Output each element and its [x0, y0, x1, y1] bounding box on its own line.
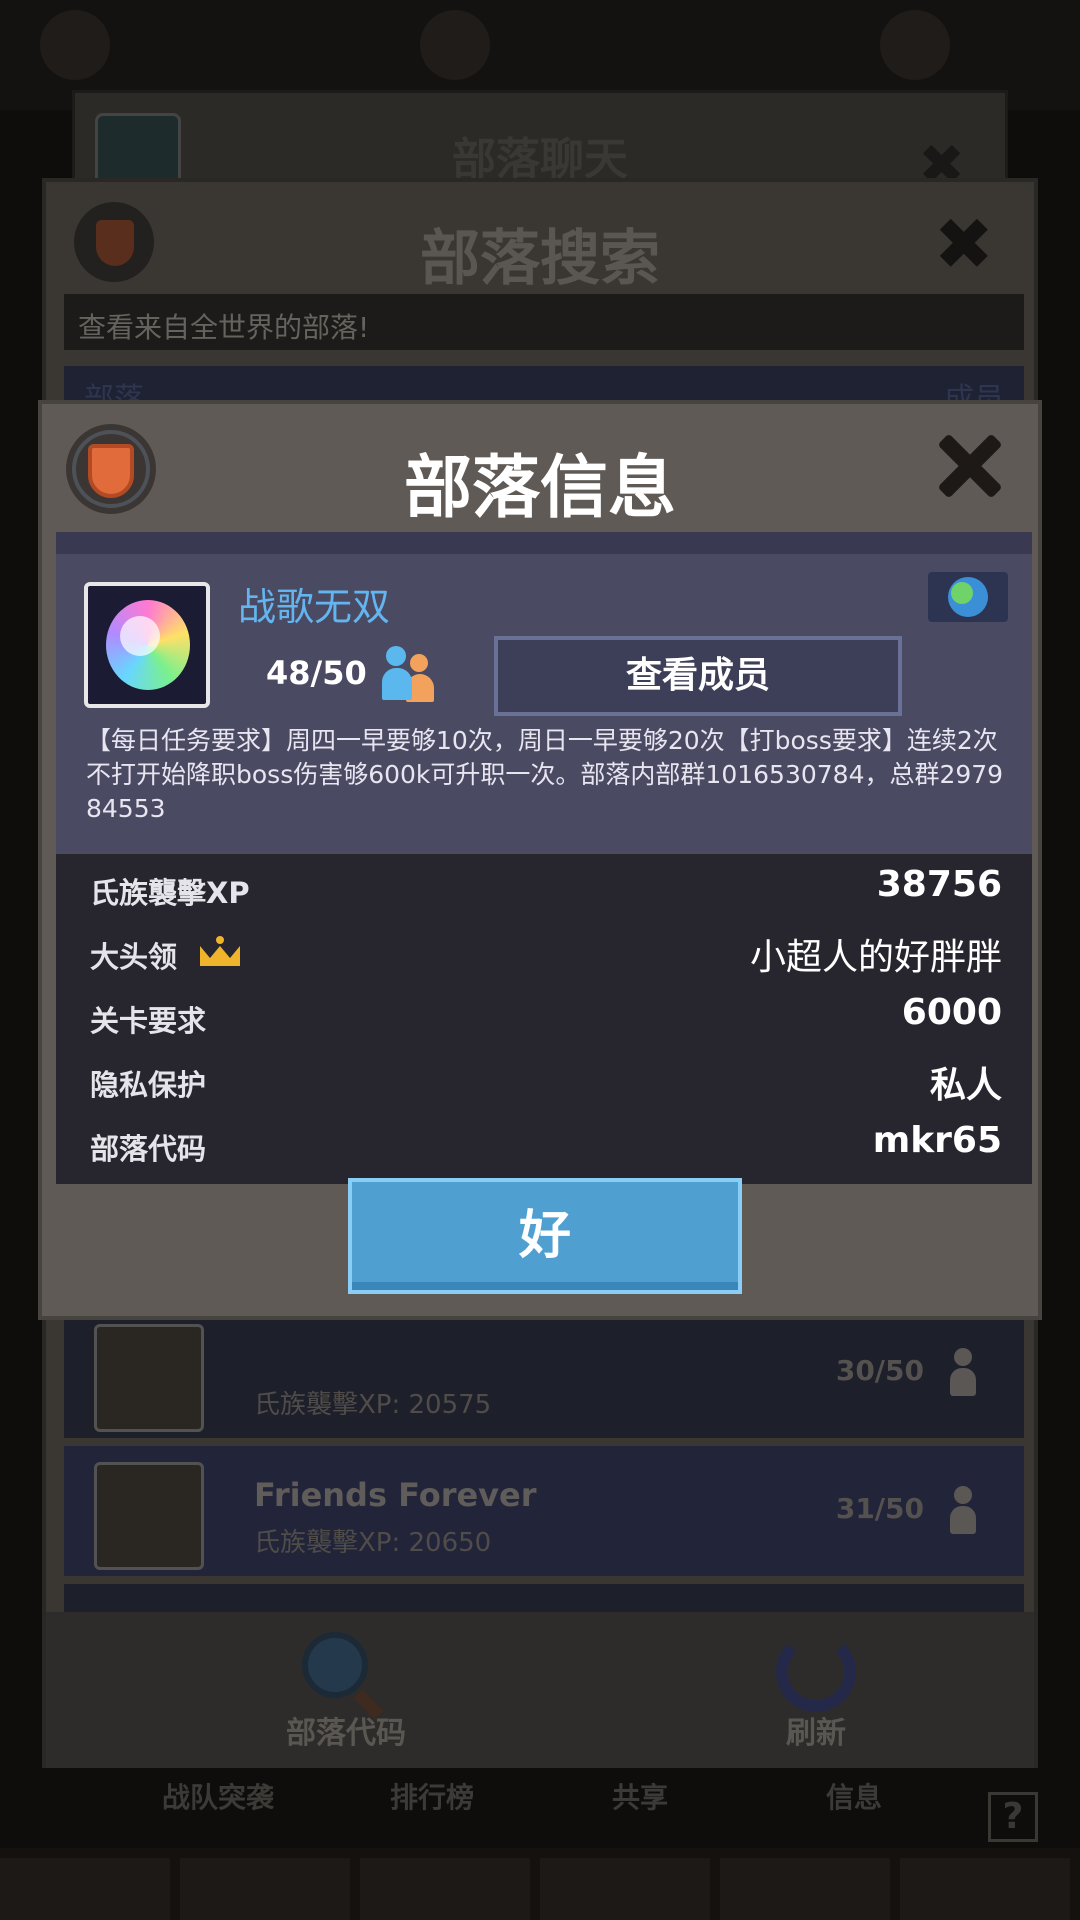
stat-label: 部落代码: [90, 1132, 207, 1166]
card-divider: [56, 532, 1032, 554]
refresh-icon: [776, 1632, 856, 1712]
clan-code-button[interactable]: 部落代码: [236, 1632, 456, 1752]
stat-value: mkr65: [872, 1120, 1002, 1161]
game-decor: [40, 10, 110, 80]
clan-search-toolbar: 部落代码 刷新: [46, 1612, 1034, 1768]
clan-list-name: Friends Forever: [254, 1476, 537, 1514]
nav-share[interactable]: 共享: [612, 1776, 668, 1816]
clan-info-dialog: 部落信息 战歌无双 48/50 查看成员 【每日任务要求】周四一早要够10次，周…: [38, 400, 1042, 1320]
game-dock: [0, 1848, 1080, 1920]
clan-search-subtitle: 查看来自全世界的部落!: [64, 294, 1024, 350]
clan-list-count: 30/50: [835, 1354, 924, 1387]
stat-value: 38756: [876, 864, 1002, 905]
stat-row-leader: 大头领 小超人的好胖胖: [56, 924, 1032, 988]
close-icon[interactable]: [936, 432, 1004, 500]
clan-list-xp: 氏族襲擊XP: 20575: [254, 1390, 492, 1420]
clan-name: 战歌无双: [238, 585, 391, 629]
dialog-title: 部落信息: [403, 449, 676, 528]
people-icon: [382, 646, 438, 702]
nav-leaderboard[interactable]: 排行榜: [390, 1776, 474, 1816]
clan-list-xp: 氏族襲擊XP: 20650: [254, 1528, 492, 1558]
view-members-button[interactable]: 查看成员: [494, 636, 902, 716]
clan-list-item[interactable]: [64, 1584, 1024, 1612]
stat-label: 隐私保护: [90, 1068, 207, 1102]
stat-value: 6000: [901, 992, 1002, 1033]
clan-icon: [94, 1324, 204, 1432]
stat-value: 小超人的好胖胖: [749, 937, 1002, 978]
refresh-button[interactable]: 刷新: [706, 1632, 926, 1752]
member-count: 48/50: [266, 654, 367, 692]
refresh-label: 刷新: [786, 1716, 846, 1751]
crown-icon: [198, 932, 242, 968]
dock-slot[interactable]: [180, 1858, 350, 1920]
game-decor: [880, 10, 950, 80]
stat-row-raid-xp: 氏族襲擊XP 38756: [56, 860, 1032, 924]
stat-value: 私人: [929, 1065, 1002, 1106]
nav-team-raid[interactable]: 战队突袭: [162, 1776, 274, 1816]
game-decor: [420, 10, 490, 80]
dock-slot[interactable]: [720, 1858, 890, 1920]
dock-slot[interactable]: [900, 1858, 1070, 1920]
clan-summary-card: 战歌无双 48/50 查看成员 【每日任务要求】周四一早要够10次，周日一早要够…: [56, 554, 1032, 854]
person-icon: [948, 1486, 978, 1534]
stat-row-privacy: 隐私保护 私人: [56, 1052, 1032, 1116]
clan-stats-table: 氏族襲擊XP 38756 大头领 小超人的好胖胖 关卡要求 6000 隐私保护 …: [56, 854, 1032, 1184]
nav-info[interactable]: 信息: [826, 1776, 882, 1816]
clan-list-item[interactable]: 氏族襲擊XP: 20575 30/50: [64, 1308, 1024, 1438]
clan-code-label: 部落代码: [286, 1716, 406, 1751]
ok-button[interactable]: 好: [348, 1178, 742, 1294]
clan-list-item[interactable]: Friends Forever 氏族襲擊XP: 20650 31/50: [64, 1446, 1024, 1576]
stat-row-clan-code: 部落代码 mkr65: [56, 1116, 1032, 1180]
globe-icon: [928, 572, 1008, 622]
clan-icon: [94, 1462, 204, 1570]
dock-slot[interactable]: [540, 1858, 710, 1920]
dock-slot[interactable]: [0, 1858, 170, 1920]
clan-search-title: 部落搜索: [420, 224, 660, 294]
clan-description: 【每日任务要求】周四一早要够10次，周日一早要够20次【打boss要求】连续2次…: [86, 726, 1004, 823]
magnifier-icon: [302, 1632, 384, 1720]
help-button[interactable]: ?: [988, 1792, 1038, 1842]
person-icon: [948, 1348, 978, 1396]
stat-row-level-requirement: 关卡要求 6000: [56, 988, 1032, 1052]
stat-label: 大头领: [90, 940, 178, 974]
stat-label: 关卡要求: [90, 1004, 207, 1038]
game-bottom-nav: 战队突袭 排行榜 共享 信息: [72, 1768, 1008, 1818]
dock-slot[interactable]: [360, 1858, 530, 1920]
clan-list-count: 31/50: [835, 1492, 924, 1525]
clan-emblem-icon: [84, 582, 210, 708]
stat-label: 氏族襲擊XP: [90, 876, 250, 910]
clan-search-close-icon[interactable]: ✖: [934, 202, 994, 286]
